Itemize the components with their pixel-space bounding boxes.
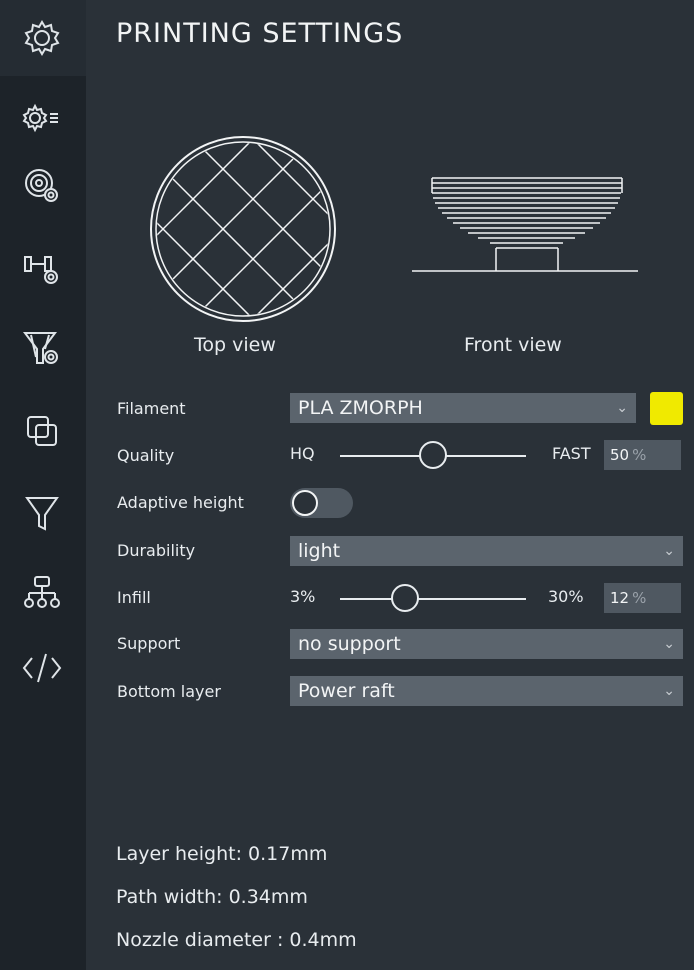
quality-max-label: FAST bbox=[552, 444, 591, 463]
infill-label: Infill bbox=[117, 588, 151, 607]
front-view-preview bbox=[412, 177, 638, 272]
front-view-label: Front view bbox=[464, 334, 562, 356]
quality-min-label: HQ bbox=[290, 444, 315, 463]
infill-value-input[interactable]: 12% bbox=[604, 583, 681, 613]
gear-icon[interactable] bbox=[16, 12, 68, 64]
chevron-down-icon: ⌄ bbox=[663, 683, 675, 699]
durability-select[interactable]: light ⌄ bbox=[290, 536, 683, 566]
top-view-preview bbox=[150, 136, 336, 322]
durability-label: Durability bbox=[117, 541, 196, 560]
layer-height-info: Layer height: 0.17mm bbox=[116, 843, 328, 865]
support-value: no support bbox=[298, 633, 401, 655]
quality-unit: % bbox=[632, 446, 647, 464]
funnel-icon[interactable] bbox=[16, 487, 68, 539]
quality-value: 50 bbox=[610, 446, 630, 464]
infill-value: 12 bbox=[610, 589, 630, 607]
bottom-layer-value: Power raft bbox=[298, 680, 395, 702]
bottom-layer-select[interactable]: Power raft ⌄ bbox=[290, 676, 683, 706]
adaptive-height-label: Adaptive height bbox=[117, 493, 244, 512]
nozzle-diameter-info: Nozzle diameter : 0.4mm bbox=[116, 929, 357, 951]
infill-max-label: 30% bbox=[548, 587, 584, 606]
top-view-label: Top view bbox=[194, 334, 276, 356]
filament-select[interactable]: PLA ZMORPH ⌄ bbox=[290, 393, 636, 423]
extruder-gear-icon[interactable] bbox=[16, 242, 68, 294]
toggle-knob bbox=[292, 490, 318, 516]
quality-slider-thumb[interactable] bbox=[419, 441, 447, 469]
path-width-info: Path width: 0.34mm bbox=[116, 886, 308, 908]
sidebar bbox=[0, 0, 86, 970]
chevron-down-icon: ⌄ bbox=[616, 400, 628, 416]
filament-color-swatch[interactable] bbox=[650, 392, 683, 425]
overlap-squares-icon[interactable] bbox=[16, 405, 68, 457]
infill-min-label: 3% bbox=[290, 587, 316, 606]
chevron-down-icon: ⌄ bbox=[663, 636, 675, 652]
quality-value-input[interactable]: 50% bbox=[604, 440, 681, 470]
filament-label: Filament bbox=[117, 399, 186, 418]
infill-slider-thumb[interactable] bbox=[391, 584, 419, 612]
spool-gear-icon[interactable] bbox=[16, 160, 68, 212]
chevron-down-icon: ⌄ bbox=[663, 543, 675, 559]
page-title: PRINTING SETTINGS bbox=[116, 18, 404, 49]
main-panel: PRINTING SETTINGS Top view Front view Fi… bbox=[86, 0, 694, 970]
gear-list-icon[interactable] bbox=[16, 92, 68, 144]
support-select[interactable]: no support ⌄ bbox=[290, 629, 683, 659]
quality-label: Quality bbox=[117, 446, 175, 465]
funnel-gear-icon[interactable] bbox=[16, 322, 68, 374]
infill-unit: % bbox=[632, 589, 647, 607]
durability-value: light bbox=[298, 540, 341, 562]
hierarchy-icon[interactable] bbox=[16, 567, 68, 619]
bottom-layer-label: Bottom layer bbox=[117, 682, 221, 701]
infill-slider-track[interactable] bbox=[340, 598, 526, 600]
code-icon[interactable] bbox=[16, 642, 68, 694]
filament-value: PLA ZMORPH bbox=[298, 397, 423, 419]
adaptive-height-toggle[interactable] bbox=[290, 488, 353, 518]
support-label: Support bbox=[117, 634, 181, 653]
